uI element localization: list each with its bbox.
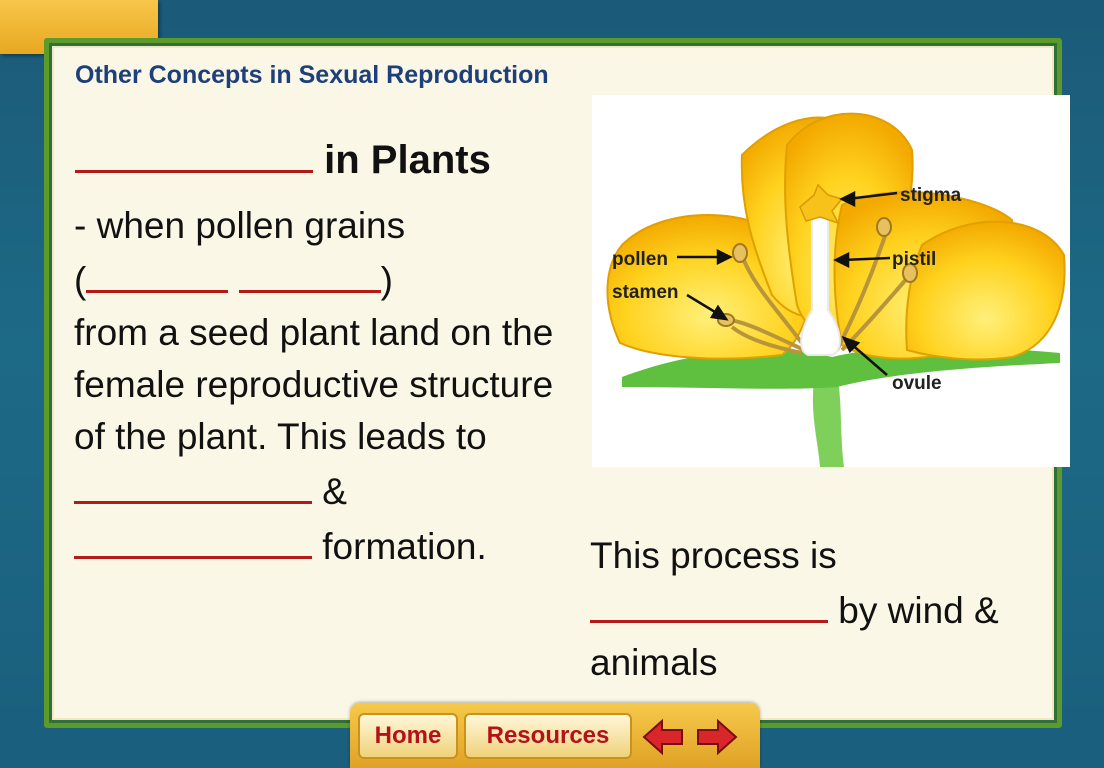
body-end: formation. xyxy=(312,526,487,567)
note-end: animals xyxy=(590,642,718,683)
body-line3: from a seed plant land on the female rep… xyxy=(74,307,584,573)
body-text: from a seed plant land on the female rep… xyxy=(74,312,554,457)
process-note: This process is by wind & animals xyxy=(590,530,1060,689)
paren-close: ) xyxy=(380,260,393,301)
pollination-blank xyxy=(590,582,828,623)
label-pistil: pistil xyxy=(892,249,936,270)
paren-open: ( xyxy=(74,260,87,301)
slide-body: - when pollen grains ( ) from a seed pla… xyxy=(74,200,584,573)
slide-header: Other Concepts in Sexual Reproduction xyxy=(75,61,549,89)
seed-blank xyxy=(74,463,312,504)
pollen-blank-2 xyxy=(238,252,381,293)
note-start: This process is xyxy=(590,535,837,576)
petal-far-right xyxy=(905,220,1066,361)
title-text: in Plants xyxy=(313,138,491,182)
label-stamen: stamen xyxy=(612,282,679,303)
label-ovule: ovule xyxy=(892,373,942,394)
left-arrow-icon[interactable] xyxy=(640,715,686,759)
body-line2: ( ) xyxy=(74,252,584,307)
pollen-blank-1 xyxy=(86,252,229,293)
note-mid: by wind & xyxy=(828,590,999,631)
flower-svg: stigma pollen pistil stamen ovule xyxy=(606,112,1066,467)
slide-title: in Plants xyxy=(75,130,491,183)
fruit-blank xyxy=(74,518,312,559)
nav-bar: Home Resources xyxy=(350,703,760,768)
label-stigma: stigma xyxy=(900,185,962,206)
title-blank xyxy=(75,130,313,173)
label-pollen: pollen xyxy=(612,249,668,270)
body-amp: & xyxy=(312,471,347,512)
flower-diagram: stigma pollen pistil stamen ovule xyxy=(592,95,1070,467)
right-arrow-icon[interactable] xyxy=(694,715,740,759)
resources-button[interactable]: Resources xyxy=(464,713,632,759)
home-button[interactable]: Home xyxy=(358,713,458,759)
flower-stem xyxy=(812,380,844,467)
body-line1: - when pollen grains xyxy=(74,205,406,246)
